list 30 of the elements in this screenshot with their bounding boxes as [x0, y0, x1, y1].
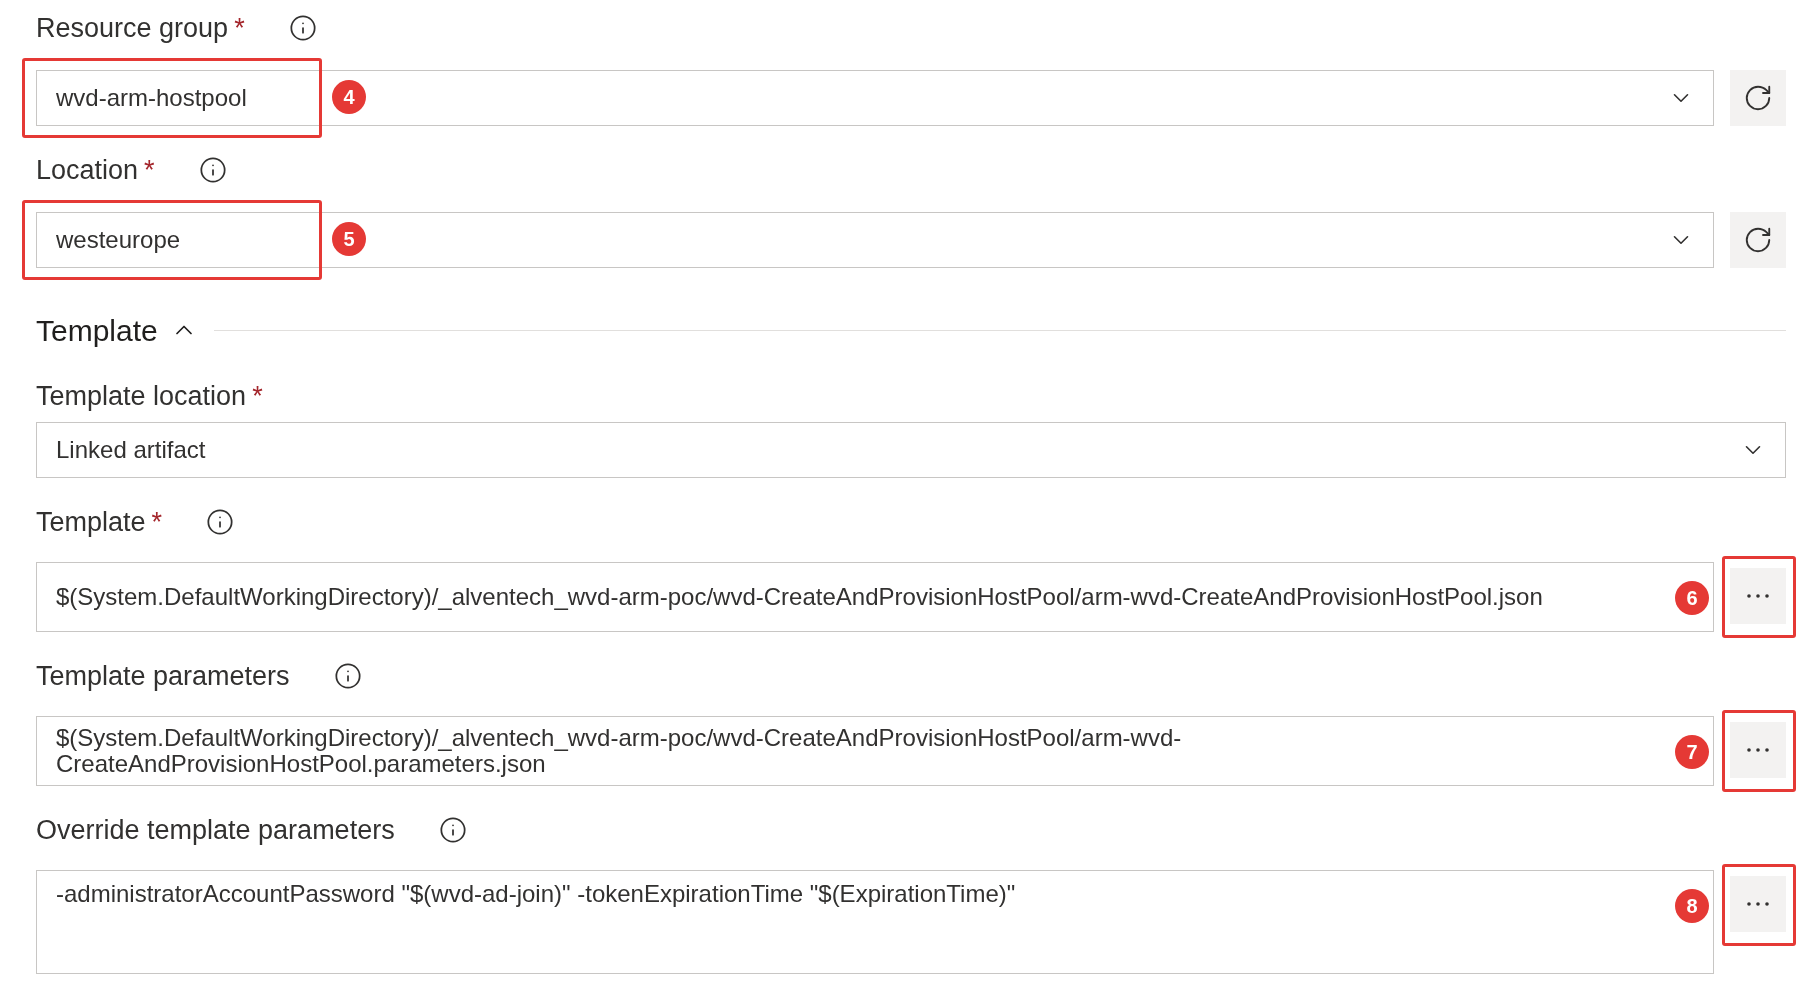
- refresh-button[interactable]: [1730, 70, 1786, 126]
- refresh-icon: [1743, 225, 1773, 255]
- required-mark: *: [234, 11, 245, 45]
- dropdown-field[interactable]: Linked artifact: [36, 422, 1786, 478]
- required-mark: *: [144, 153, 155, 187]
- info-icon[interactable]: [438, 816, 467, 844]
- text-area[interactable]: $(System.DefaultWorkingDirectory)/_alventech_wvd-arm-poc/wvd-CreateAndProvisionHostPool/arm-wvd- CreateAndProvisionHostPool.parameters.json 7: [36, 716, 1714, 786]
- step-badge: 8: [1675, 889, 1709, 923]
- refresh-icon: [1743, 83, 1773, 113]
- info-icon[interactable]: [288, 14, 317, 42]
- section-toggle[interactable]: Template: [36, 307, 198, 353]
- step-badge: 7: [1675, 735, 1709, 769]
- field-label: Template parameters: [36, 659, 290, 693]
- refresh-button[interactable]: [1730, 212, 1786, 268]
- field-label: Template: [36, 505, 146, 539]
- field-label: Resource group: [36, 11, 229, 45]
- field-label: Location: [36, 153, 139, 187]
- ellipsis-icon: [1747, 902, 1769, 906]
- field-label: Template location: [36, 379, 247, 413]
- ellipsis-icon: [1747, 594, 1769, 598]
- step-badge: 6: [1675, 581, 1709, 615]
- text-area[interactable]: $(System.DefaultWorkingDirectory)/_alventech_wvd-arm-poc/wvd-CreateAndProvisionHostPool/arm-wvd-CreateAndProvisionHostPool.json 6: [36, 562, 1714, 632]
- info-icon[interactable]: [333, 662, 362, 690]
- required-mark: *: [151, 505, 163, 539]
- info-icon[interactable]: [206, 508, 235, 536]
- required-mark: *: [252, 379, 263, 413]
- text-area[interactable]: -administratorAccountPassword "$(wvd-ad-join)" -tokenExpirationTime "$(ExpirationTime)" 8: [36, 870, 1714, 974]
- ellipsis-icon: [1747, 748, 1769, 752]
- info-icon[interactable]: [198, 156, 227, 184]
- field-label: Override template parameters: [36, 813, 395, 847]
